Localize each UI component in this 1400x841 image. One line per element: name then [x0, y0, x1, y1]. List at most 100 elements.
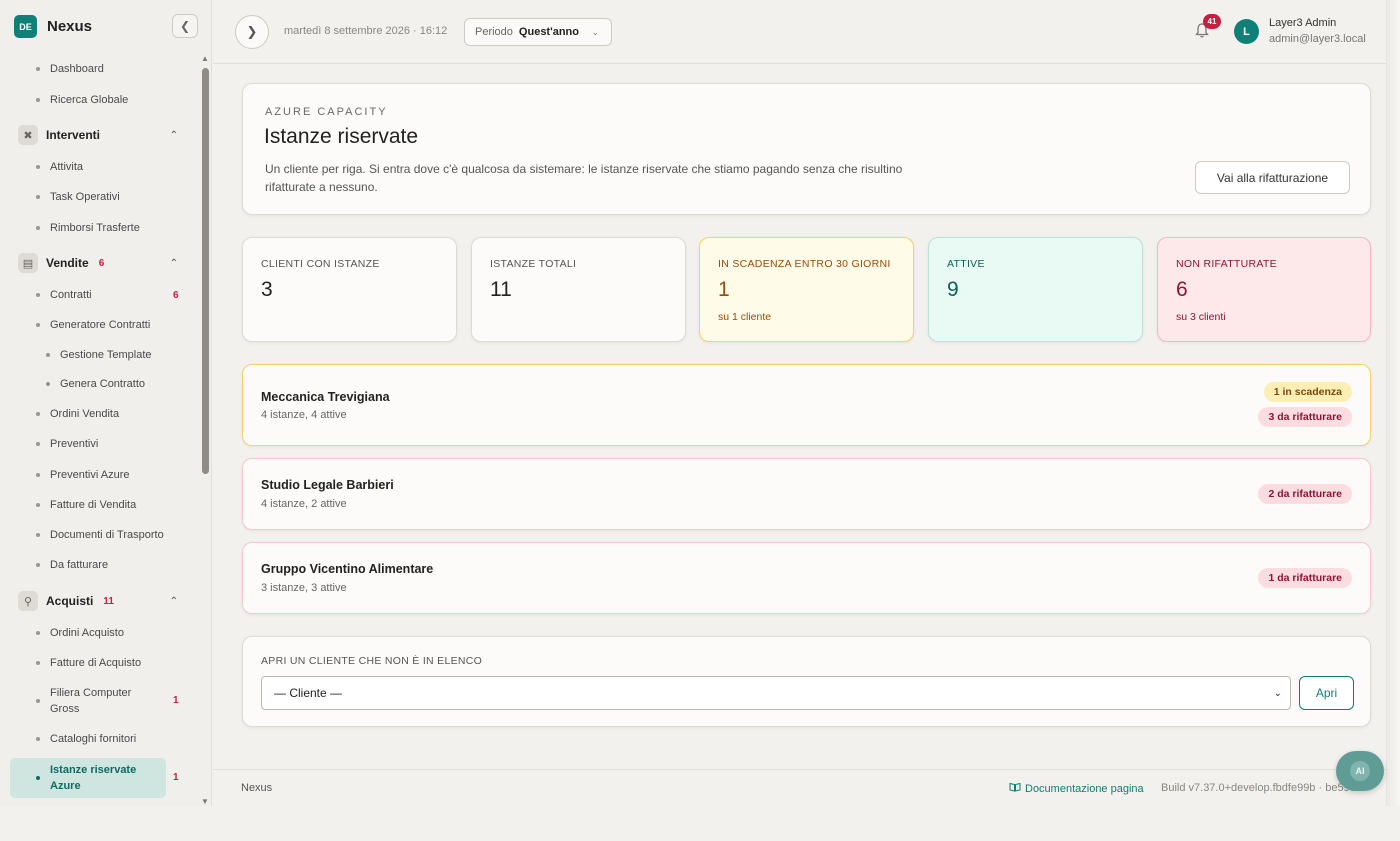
- sidebar-item-label: Filiera Computer Gross: [50, 687, 132, 715]
- user-name[interactable]: Layer3 Admin: [1269, 17, 1336, 29]
- sidebar-item-rimborsi-trasferte[interactable]: Rimborsi Trasferte: [10, 219, 166, 237]
- sidebar-item-label: Genera Contratto: [60, 378, 145, 390]
- period-select[interactable]: Periodo Quest'anno ⌄: [464, 18, 612, 46]
- sidebar-scrollbar[interactable]: ▲ ▼: [200, 54, 210, 806]
- open-client-button[interactable]: Apri: [1299, 676, 1354, 710]
- expand-button[interactable]: ❯: [235, 15, 269, 49]
- sidebar-item-contratti[interactable]: Contratti 6: [10, 286, 179, 304]
- collapse-sidebar-button[interactable]: ❮: [172, 14, 198, 38]
- bullet-icon: [36, 165, 40, 169]
- sidebar-item-label: Attivita: [50, 161, 84, 173]
- stat-card-total-instances: ISTANZE TOTALI 11: [471, 237, 686, 342]
- sidebar-item-label: Ordini Acquisto: [50, 627, 124, 639]
- sidebar-item-task-operativi[interactable]: Task Operativi: [10, 188, 166, 206]
- client-row[interactable]: Studio Legale Barbieri 4 istanze, 2 atti…: [242, 458, 1371, 530]
- documentation-link[interactable]: Documentazione pagina: [1009, 782, 1144, 795]
- sidebar-group-vendite[interactable]: ▤ Vendite 6 ⌃: [18, 252, 184, 274]
- client-select[interactable]: — Cliente — ⌄: [261, 676, 1291, 710]
- avatar[interactable]: L: [1234, 19, 1259, 44]
- client-row[interactable]: Meccanica Trevigiana 4 istanze, 4 attive…: [242, 364, 1371, 446]
- open-client-label: APRI UN CLIENTE CHE NON È IN ELENCO: [261, 655, 483, 667]
- stat-value: 9: [947, 278, 959, 301]
- rebill-badge: 3 da rifatturare: [1258, 407, 1352, 427]
- bullet-icon: [36, 631, 40, 635]
- bullet-icon: [36, 67, 40, 71]
- sidebar-item-da-fatturare[interactable]: Da fatturare: [10, 556, 166, 574]
- bullet-icon: [36, 533, 40, 537]
- client-info: 3 istanze, 3 attive: [261, 582, 347, 594]
- window-bottom-band: [0, 806, 1400, 841]
- stat-card-expiring: IN SCADENZA ENTRO 30 GIORNI 1 su 1 clien…: [699, 237, 914, 342]
- sidebar-item-label: Ricerca Globale: [50, 94, 129, 106]
- client-name: Meccanica Trevigiana: [261, 390, 390, 404]
- current-date: martedì 8 settembre 2026 · 16:12: [284, 25, 448, 37]
- sidebar-item-label: Contratti: [50, 289, 92, 301]
- sidebar-item-dashboard[interactable]: Dashboard: [10, 60, 166, 78]
- stat-label: NON RIFATTURATE: [1176, 258, 1277, 270]
- client-row[interactable]: Gruppo Vicentino Alimentare 3 istanze, 3…: [242, 542, 1371, 614]
- sidebar-item-fatture-di-acquisto[interactable]: Fatture di Acquisto: [10, 654, 166, 672]
- scrollbar-thumb[interactable]: [202, 68, 209, 474]
- sidebar: DE Nexus ❮ Dashboard Ricerca Globale ✖ I…: [0, 0, 212, 806]
- receipt-icon: ▤: [18, 253, 38, 273]
- stat-card-active: ATTIVE 9: [928, 237, 1143, 342]
- bullet-icon: [36, 737, 40, 741]
- sidebar-group-label: Interventi: [46, 128, 101, 142]
- footer: Nexus Documentazione pagina Build v7.37.…: [213, 769, 1400, 806]
- client-info: 4 istanze, 2 attive: [261, 498, 347, 510]
- bullet-icon: [36, 473, 40, 477]
- sidebar-item-badge: 1: [173, 772, 179, 783]
- sidebar-item-cataloghi-fornitori[interactable]: Cataloghi fornitori: [10, 730, 166, 748]
- sidebar-item-istanze-riservate-azure[interactable]: Istanze riservate Azure 1: [10, 758, 179, 798]
- stat-card-not-rebilled: NON RIFATTURATE 6 su 3 clienti: [1157, 237, 1371, 342]
- chevron-down-icon: ⌄: [591, 26, 599, 37]
- sidebar-item-badge: 1: [173, 695, 179, 706]
- sidebar-item-label: Dashboard: [50, 63, 104, 75]
- sidebar-item-label: Preventivi Azure: [50, 469, 130, 481]
- sidebar-item-fatture-di-vendita[interactable]: Fatture di Vendita: [10, 496, 166, 514]
- bullet-icon: [36, 699, 40, 703]
- sidebar-item-preventivi[interactable]: Preventivi: [10, 435, 166, 453]
- client-name: Gruppo Vicentino Alimentare: [261, 562, 434, 576]
- bullet-icon: [36, 661, 40, 665]
- page-title: Istanze riservate: [264, 125, 419, 148]
- sidebar-item-generatore-contratti[interactable]: Generatore Contratti: [10, 316, 166, 334]
- ai-assistant-button[interactable]: AI: [1336, 751, 1384, 791]
- sidebar-item-attivita[interactable]: Attivita: [10, 158, 166, 176]
- sidebar-item-label: Fatture di Acquisto: [50, 657, 142, 669]
- period-label: Periodo: [475, 26, 513, 38]
- bullet-icon: [36, 98, 40, 102]
- sidebar-item-documenti-di-trasporto[interactable]: Documenti di Trasporto: [10, 526, 166, 544]
- sidebar-group-acquisti[interactable]: ⚲ Acquisti 11 ⌃: [18, 590, 184, 612]
- chevron-up-icon: ⌃: [169, 595, 178, 607]
- sidebar-item-genera-contratto[interactable]: Genera Contratto: [10, 375, 166, 393]
- sidebar-item-ordini-vendita[interactable]: Ordini Vendita: [10, 405, 166, 423]
- open-client-panel: APRI UN CLIENTE CHE NON È IN ELENCO — Cl…: [242, 636, 1371, 727]
- stat-value: 11: [490, 278, 512, 301]
- brand-name: Nexus: [47, 18, 93, 35]
- brand[interactable]: DE Nexus: [14, 15, 92, 38]
- sidebar-group-badge: 6: [98, 257, 105, 269]
- chevron-up-icon: ⌃: [169, 257, 178, 269]
- stat-label: IN SCADENZA ENTRO 30 GIORNI: [718, 258, 891, 270]
- sidebar-group-label: Vendite: [46, 256, 89, 270]
- rebill-badge: 1 da rifatturare: [1258, 568, 1352, 588]
- sidebar-item-preventivi-azure[interactable]: Preventivi Azure: [10, 466, 166, 484]
- documentation-link-label: Documentazione pagina: [1025, 782, 1144, 795]
- sidebar-item-gestione-template[interactable]: Gestione Template: [10, 346, 166, 364]
- stat-sub: su 3 clienti: [1176, 311, 1226, 323]
- stat-value: 3: [261, 278, 273, 301]
- chevron-up-icon: ⌃: [169, 129, 178, 141]
- sidebar-item-filiera-computer-gross[interactable]: Filiera Computer Gross 1: [10, 684, 179, 718]
- rebilling-button[interactable]: Vai alla rifatturazione: [1195, 161, 1350, 194]
- sidebar-group-badge: 11: [103, 595, 114, 607]
- scroll-down-icon[interactable]: ▼: [201, 797, 209, 806]
- sidebar-item-ordini-acquisto[interactable]: Ordini Acquisto: [10, 624, 166, 642]
- bullet-icon: [36, 412, 40, 416]
- sidebar-item-label: Istanze riservate Azure: [50, 764, 137, 792]
- scroll-up-icon[interactable]: ▲: [201, 54, 209, 63]
- sidebar-item-ricerca-globale[interactable]: Ricerca Globale: [10, 91, 166, 109]
- sidebar-item-label: Documenti di Trasporto: [50, 529, 164, 541]
- sidebar-group-interventi[interactable]: ✖ Interventi ⌃: [18, 124, 184, 146]
- sidebar-item-label: Generatore Contratti: [50, 319, 151, 331]
